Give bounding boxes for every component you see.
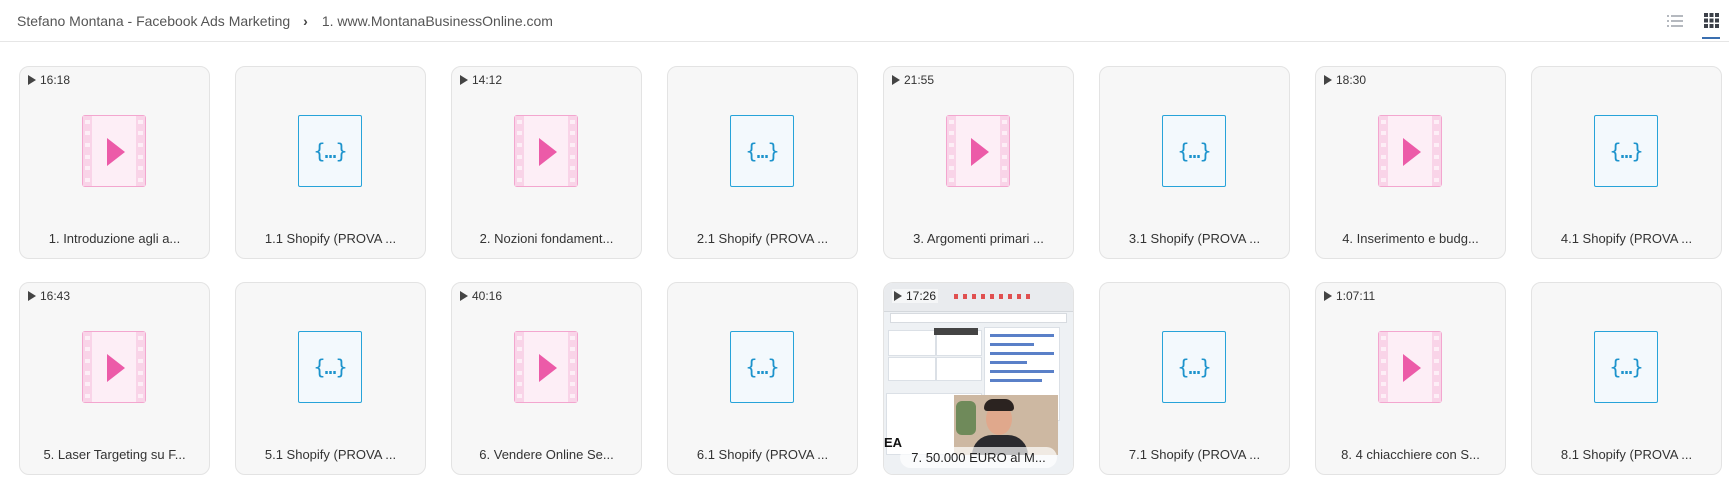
video-file-icon — [514, 115, 578, 187]
view-toggle-group — [1657, 0, 1729, 41]
breadcrumb-course-link[interactable]: Stefano Montana - Facebook Ads Marketing — [17, 13, 290, 29]
duration-text: 40:16 — [472, 289, 503, 303]
grid-view-icon — [1703, 13, 1719, 28]
video-file-tile[interactable]: 1:07:11 8. 4 chiacchiere con S... — [1315, 282, 1506, 475]
duration-text: 18:30 — [1336, 73, 1367, 87]
breadcrumb: Stefano Montana - Facebook Ads Marketing… — [0, 13, 553, 29]
file-name: 3.1 Shopify (PROVA ... — [1128, 231, 1261, 246]
play-small-icon — [1324, 291, 1332, 301]
code-file-tile[interactable]: {…} 3.1 Shopify (PROVA ... — [1099, 66, 1290, 259]
duration-text: 1:07:11 — [1336, 289, 1376, 303]
video-file-tile[interactable]: 16:18 1. Introduzione agli a... — [19, 66, 210, 259]
file-name: 7. 50.000 EURO al M... — [900, 447, 1057, 468]
webcam-overlay — [954, 395, 1058, 455]
code-file-icon: {…} — [1594, 331, 1658, 403]
video-file-tile[interactable]: 16:43 5. Laser Targeting su F... — [19, 282, 210, 475]
list-view-button[interactable] — [1657, 0, 1693, 41]
breadcrumb-current-folder: 1. www.MontanaBusinessOnline.com — [321, 12, 553, 29]
code-file-icon: {…} — [730, 115, 794, 187]
video-file-icon — [1378, 331, 1442, 403]
play-small-icon — [28, 291, 36, 301]
code-file-icon: {…} — [1162, 331, 1226, 403]
video-thumbnail: EA — [884, 283, 1073, 474]
video-file-tile[interactable]: 21:55 3. Argomenti primari ... — [883, 66, 1074, 259]
breadcrumb-separator: › — [303, 12, 308, 29]
video-file-icon — [82, 331, 146, 403]
video-file-icon — [514, 331, 578, 403]
video-duration: 40:16 — [460, 289, 502, 303]
grid-view-button[interactable] — [1693, 0, 1729, 41]
duration-text: 17:26 — [906, 289, 937, 303]
file-name: 3. Argomenti primari ... — [913, 231, 1044, 246]
file-name: 4.1 Shopify (PROVA ... — [1560, 231, 1693, 246]
file-name: 1. Introduzione agli a... — [48, 231, 181, 246]
code-file-icon: {…} — [298, 331, 362, 403]
file-name: 8.1 Shopify (PROVA ... — [1560, 447, 1693, 462]
duration-text: 16:43 — [40, 289, 71, 303]
video-file-icon — [82, 115, 146, 187]
top-bar: Stefano Montana - Facebook Ads Marketing… — [0, 0, 1729, 42]
duration-text: 21:55 — [904, 73, 935, 87]
video-file-icon — [946, 115, 1010, 187]
file-name: 5.1 Shopify (PROVA ... — [264, 447, 397, 462]
video-file-tile[interactable]: EA 17:26 7. 50.000 EURO al M... — [883, 282, 1074, 475]
file-name: 4. Inserimento e budg... — [1342, 231, 1479, 246]
code-file-icon: {…} — [730, 331, 794, 403]
video-file-tile[interactable]: 18:30 4. Inserimento e budg... — [1315, 66, 1506, 259]
file-name: 8. 4 chiacchiere con S... — [1341, 447, 1480, 462]
play-small-icon — [460, 291, 468, 301]
thumbnail-cutoff-text: EA — [884, 435, 903, 450]
code-file-tile[interactable]: {…} 6.1 Shopify (PROVA ... — [667, 282, 858, 475]
file-name: 6. Vendere Online Se... — [479, 447, 614, 462]
duration-text: 14:12 — [472, 73, 503, 87]
video-file-tile[interactable]: 40:16 6. Vendere Online Se... — [451, 282, 642, 475]
file-name: 7.1 Shopify (PROVA ... — [1128, 447, 1261, 462]
code-file-tile[interactable]: {…} 5.1 Shopify (PROVA ... — [235, 282, 426, 475]
video-duration: 16:43 — [28, 289, 70, 303]
code-file-icon: {…} — [298, 115, 362, 187]
file-name: 5. Laser Targeting su F... — [43, 447, 186, 462]
code-file-tile[interactable]: {…} 4.1 Shopify (PROVA ... — [1531, 66, 1722, 259]
video-duration: 17:26 — [892, 289, 939, 303]
play-small-icon — [894, 291, 902, 301]
code-file-tile[interactable]: {…} 1.1 Shopify (PROVA ... — [235, 66, 426, 259]
video-duration: 1:07:11 — [1324, 289, 1375, 303]
video-duration: 18:30 — [1324, 73, 1366, 87]
video-duration: 16:18 — [28, 73, 70, 87]
file-name: 2.1 Shopify (PROVA ... — [696, 231, 829, 246]
video-duration: 21:55 — [892, 73, 934, 87]
code-file-icon: {…} — [1594, 115, 1658, 187]
play-small-icon — [1324, 75, 1332, 85]
code-file-tile[interactable]: {…} 7.1 Shopify (PROVA ... — [1099, 282, 1290, 475]
video-file-tile[interactable]: 14:12 2. Nozioni fondament... — [451, 66, 642, 259]
video-duration: 14:12 — [460, 73, 502, 87]
file-name: 2. Nozioni fondament... — [479, 231, 614, 246]
file-name: 6.1 Shopify (PROVA ... — [696, 447, 829, 462]
file-grid: 16:18 1. Introduzione agli a... {…} 1.1 Sho… — [19, 66, 1722, 475]
play-small-icon — [28, 75, 36, 85]
code-file-tile[interactable]: {…} 2.1 Shopify (PROVA ... — [667, 66, 858, 259]
code-file-tile[interactable]: {…} 8.1 Shopify (PROVA ... — [1531, 282, 1722, 475]
file-name: 1.1 Shopify (PROVA ... — [264, 231, 397, 246]
video-file-icon — [1378, 115, 1442, 187]
duration-text: 16:18 — [40, 73, 71, 87]
play-small-icon — [892, 75, 900, 85]
play-small-icon — [460, 75, 468, 85]
list-view-icon — [1667, 14, 1683, 27]
code-file-icon: {…} — [1162, 115, 1226, 187]
